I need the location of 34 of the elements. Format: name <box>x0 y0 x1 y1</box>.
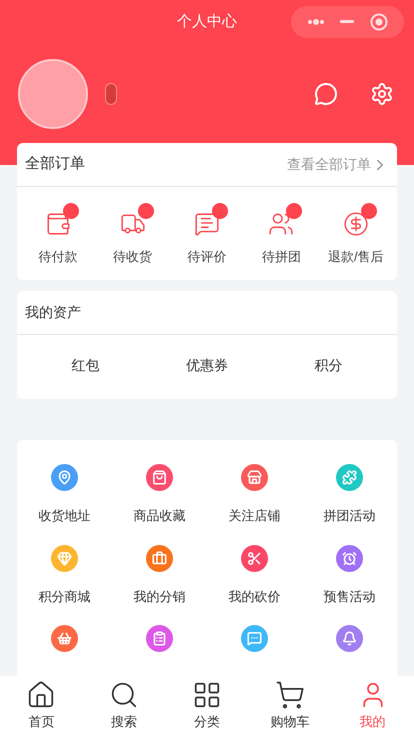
service-item[interactable]: 预售活动 <box>302 544 397 606</box>
capsule-menu[interactable] <box>291 6 404 38</box>
order-icon <box>342 210 369 237</box>
service-item[interactable]: 我的分销 <box>112 544 207 606</box>
minimize-icon[interactable] <box>340 20 354 24</box>
order-icon <box>45 210 72 237</box>
service-item[interactable]: 积分商城 <box>17 544 112 606</box>
service-item[interactable]: 我的砍价 <box>207 544 302 606</box>
page-title: 个人中心 <box>177 12 237 32</box>
settings-icon[interactable] <box>370 82 394 106</box>
order-status-item[interactable]: 退款/售后 <box>318 200 393 266</box>
service-item[interactable]: 收货地址 <box>17 464 112 526</box>
asset-item[interactable]: 优惠券 <box>186 355 228 376</box>
tab[interactable]: 首页 <box>0 676 83 736</box>
order-status-item[interactable]: 待付款 <box>21 200 96 266</box>
order-status-item[interactable]: 待收货 <box>95 200 170 266</box>
service-item[interactable]: 关注店铺 <box>207 464 302 526</box>
order-icon <box>194 210 220 237</box>
service-item[interactable]: 拼团活动 <box>302 464 397 526</box>
order-status-item[interactable]: 待拼团 <box>244 200 319 266</box>
section-title: 全部订单 <box>25 154 85 174</box>
tab[interactable]: 搜索 <box>82 676 166 736</box>
service-item[interactable]: 商品收藏 <box>112 464 207 526</box>
message-icon[interactable] <box>314 82 338 106</box>
tab[interactable]: 分类 <box>166 676 248 736</box>
section-title: 我的资产 <box>25 303 81 322</box>
order-icon <box>268 210 294 237</box>
cart-icon <box>274 680 305 710</box>
tab[interactable]: 购物车 <box>248 676 332 736</box>
close-icon[interactable] <box>370 13 388 31</box>
asset-item[interactable]: 积分 <box>314 355 342 376</box>
asset-item[interactable]: 红包 <box>72 355 100 376</box>
order-status-item[interactable]: 待评价 <box>170 200 244 266</box>
more-icon[interactable] <box>306 19 325 25</box>
